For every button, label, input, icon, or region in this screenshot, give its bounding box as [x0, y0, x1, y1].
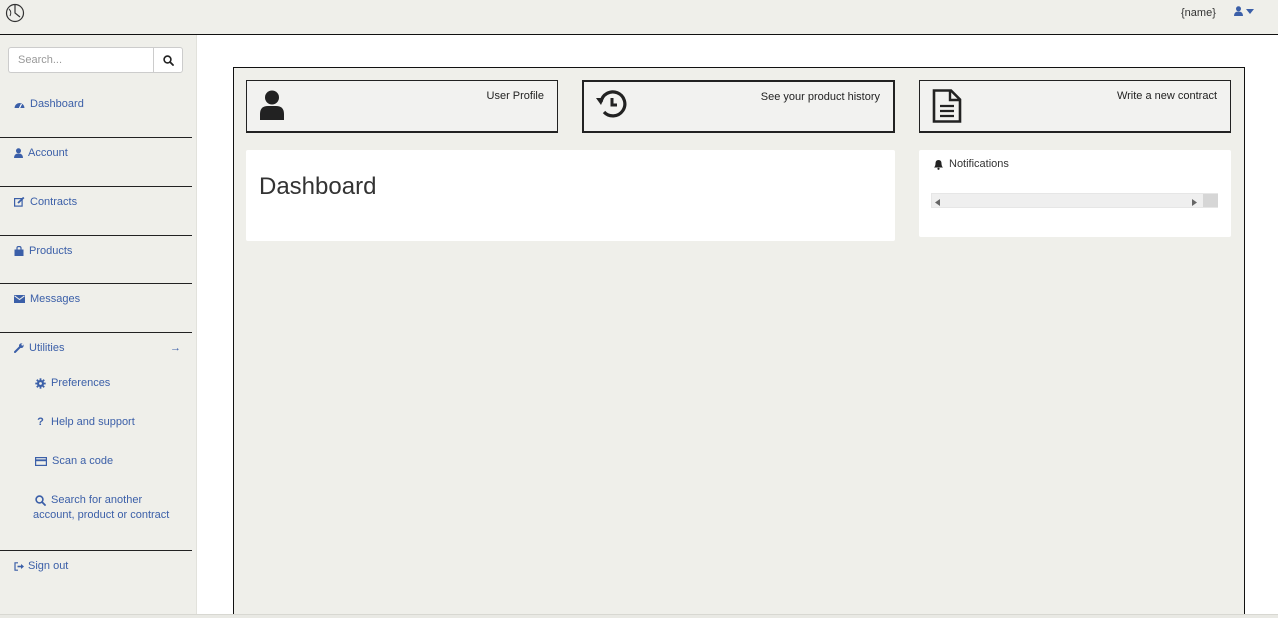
utility-item-label-continued: account, product or contract	[33, 509, 170, 521]
sidebar-item-dashboard[interactable]: Dashboard	[0, 98, 192, 110]
scrollbar-thumb[interactable]	[1203, 194, 1218, 207]
utility-item-label: Scan a code	[52, 455, 114, 467]
utility-item-label: Preferences	[51, 377, 111, 389]
sidebar-divider	[0, 137, 192, 138]
dashboard-icon	[14, 100, 25, 109]
utility-item-preferences[interactable]: Preferences	[35, 376, 110, 391]
brand-logo-icon[interactable]	[5, 3, 25, 23]
sidebar-item-label: Dashboard	[30, 98, 84, 110]
dashboard-panel: Dashboard	[246, 150, 895, 241]
sidebar-item-label: Account	[28, 147, 68, 159]
utility-item-search-another[interactable]: Search for another account, product or c…	[33, 493, 169, 523]
search-input[interactable]	[8, 47, 153, 73]
utility-item-scan-code[interactable]: Scan a code	[35, 454, 113, 469]
card-product-history[interactable]: See your product history	[582, 80, 895, 133]
shopping-bag-icon	[14, 246, 24, 256]
bell-icon	[933, 159, 944, 170]
file-text-icon	[932, 89, 962, 126]
envelope-icon	[14, 295, 25, 303]
top-navbar: {name}	[0, 0, 1278, 35]
search-icon	[162, 54, 174, 66]
sidebar-divider	[0, 332, 192, 333]
gear-icon	[35, 378, 46, 389]
sidebar-item-contracts[interactable]: Contracts	[0, 196, 192, 208]
notifications-header: Notifications	[933, 158, 1009, 170]
utility-item-label: Help and support	[51, 416, 135, 428]
card-label: Write a new contract	[1116, 90, 1217, 102]
sidebar-item-label: Contracts	[30, 196, 78, 208]
wrench-icon	[14, 343, 24, 353]
caret-down-icon	[1246, 8, 1254, 14]
sidebar-item-products[interactable]: Products	[0, 245, 192, 257]
sidebar-item-utilities[interactable]: Utilities	[0, 342, 192, 354]
notifications-scrollbar[interactable]	[931, 193, 1218, 208]
sign-out-icon	[14, 561, 25, 571]
sidebar-divider	[0, 235, 192, 236]
sidebar-item-label: Messages	[30, 293, 81, 305]
window-bottom-edge	[0, 614, 1278, 618]
search-icon	[35, 495, 46, 506]
card-user-profile[interactable]: User Profile	[246, 80, 558, 133]
user-icon	[259, 90, 285, 123]
search-button[interactable]	[153, 47, 183, 73]
sidebar-divider	[0, 283, 192, 284]
notifications-panel: Notifications	[919, 150, 1231, 237]
sidebar-item-messages[interactable]: Messages	[0, 293, 192, 305]
card-label: See your product history	[760, 91, 880, 103]
scroll-left-arrow-icon[interactable]	[935, 197, 940, 209]
credit-card-icon	[35, 457, 47, 466]
question-icon: ?	[37, 416, 44, 428]
sidebar-divider	[0, 186, 192, 187]
edit-icon	[14, 197, 25, 207]
card-label: User Profile	[486, 90, 544, 102]
sidebar-search	[8, 47, 183, 73]
user-menu-toggle[interactable]	[1234, 6, 1254, 16]
sidebar-item-label: Products	[29, 245, 73, 257]
user-icon	[1234, 6, 1243, 16]
sidebar: Dashboard Account Contracts Products Mes…	[0, 35, 197, 615]
user-icon	[14, 148, 23, 158]
sidebar-item-label: Utilities	[29, 342, 65, 354]
sidebar-item-signout[interactable]: Sign out	[0, 560, 192, 572]
sidebar-item-label: Sign out	[28, 560, 69, 572]
sidebar-item-account[interactable]: Account	[0, 147, 192, 159]
utility-item-label: Search for another	[51, 494, 143, 506]
scroll-right-arrow-icon[interactable]	[1192, 197, 1197, 209]
sidebar-divider	[0, 550, 192, 551]
notifications-title: Notifications	[949, 158, 1009, 170]
utilities-expand-arrow[interactable]: →	[170, 342, 181, 354]
utility-item-help[interactable]: ? Help and support	[35, 415, 135, 430]
username-label: {name}	[1181, 7, 1216, 19]
page-title: Dashboard	[259, 173, 377, 200]
history-icon	[595, 90, 627, 123]
card-new-contract[interactable]: Write a new contract	[919, 80, 1231, 133]
